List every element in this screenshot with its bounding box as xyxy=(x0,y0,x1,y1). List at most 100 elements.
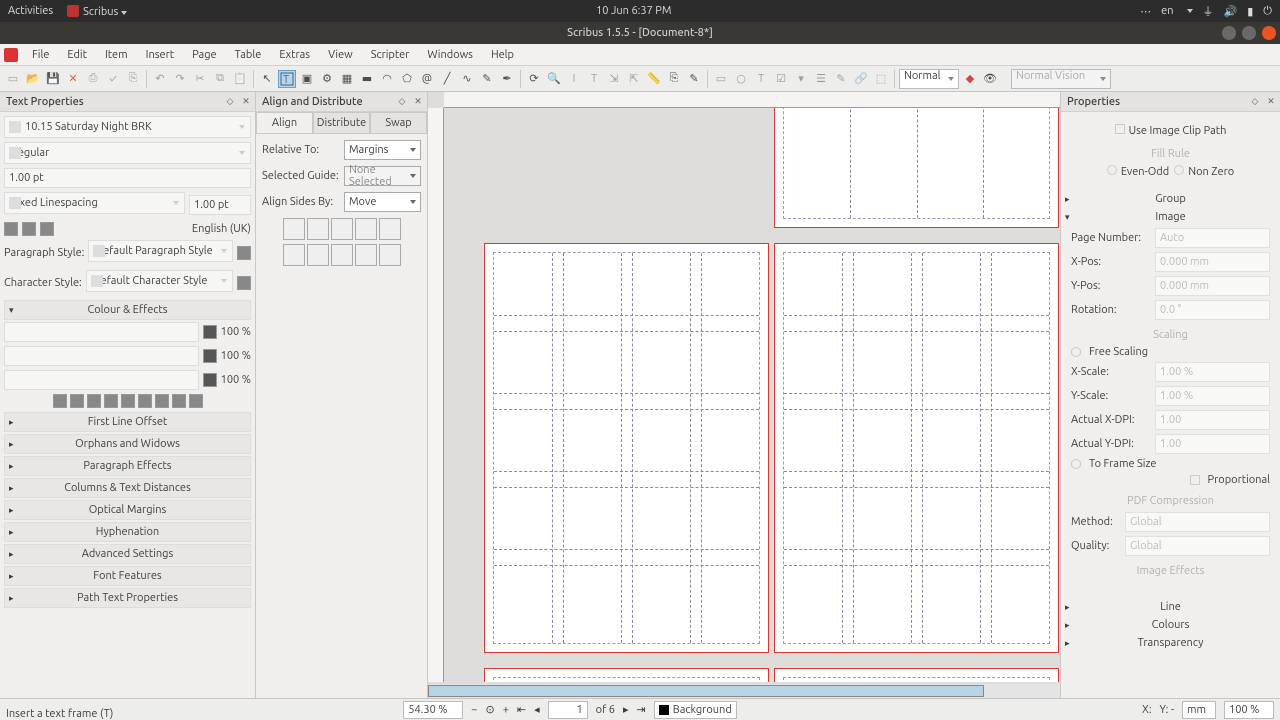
pdf-text[interactable]: T xyxy=(752,70,770,88)
align-hjust-btn[interactable] xyxy=(355,218,377,240)
tab-distribute[interactable]: Distribute xyxy=(313,112,370,133)
tool-line[interactable]: ╱ xyxy=(438,70,456,88)
align-vcenter-btn[interactable] xyxy=(307,244,329,266)
align-left-btn[interactable] xyxy=(283,218,305,240)
tool-save[interactable]: 💾 xyxy=(44,70,62,88)
menu-item[interactable]: Item xyxy=(97,46,136,64)
section-advanced[interactable]: ▸Advanced Settings xyxy=(4,544,251,564)
tool-editcontents[interactable]: I xyxy=(565,70,583,88)
section-transparency[interactable]: ▸Transparency xyxy=(1065,634,1276,652)
align-hcenter-btn[interactable] xyxy=(307,218,329,240)
section-optical[interactable]: ▸Optical Margins xyxy=(4,500,251,520)
tool-zoom[interactable]: 🔍 xyxy=(545,70,563,88)
first-page-icon[interactable]: ⇤ xyxy=(517,703,526,716)
section-colour-effects[interactable]: ▾Colour & Effects xyxy=(4,300,251,320)
align-hx-btn[interactable] xyxy=(379,218,401,240)
section-line[interactable]: ▸Line xyxy=(1065,598,1276,616)
zoom-field[interactable]: 54.30 % xyxy=(403,701,463,719)
minimize-button[interactable] xyxy=(1222,26,1236,40)
pdf-3d[interactable]: ⬚ xyxy=(872,70,890,88)
pdf-check[interactable]: ☑ xyxy=(772,70,790,88)
canvas-area[interactable] xyxy=(428,92,1060,698)
section-columns[interactable]: ▸Columns & Text Distances xyxy=(4,478,251,498)
panel-close-icon[interactable]: ✕ xyxy=(239,95,253,109)
toggle-cms[interactable]: ◆ xyxy=(961,70,979,88)
display-mode-select[interactable]: Normal xyxy=(899,69,959,89)
menu-scripter[interactable]: Scripter xyxy=(363,46,418,64)
tool-polygon[interactable]: ⬠ xyxy=(398,70,416,88)
tool-freehand[interactable]: ✎ xyxy=(478,70,496,88)
pdf-radio[interactable]: ○ xyxy=(732,70,750,88)
zoom-reset-icon[interactable]: ⊙ xyxy=(485,703,494,716)
align-sides-select[interactable]: Move xyxy=(344,192,421,212)
page-spread-3-right[interactable] xyxy=(774,668,1059,682)
pdf-link[interactable]: 🔗 xyxy=(852,70,870,88)
tool-select[interactable]: ↖ xyxy=(258,70,276,88)
menu-page[interactable]: Page xyxy=(184,46,225,64)
menu-windows[interactable]: Windows xyxy=(419,46,481,64)
tool-redo[interactable]: ↷ xyxy=(171,70,189,88)
relative-to-select[interactable]: Margins xyxy=(344,140,421,160)
tool-calligraphy[interactable]: ✒ xyxy=(498,70,516,88)
tool-pdf[interactable]: ⎘ xyxy=(124,70,142,88)
menu-file[interactable]: File xyxy=(24,46,57,64)
align-top-btn[interactable] xyxy=(283,244,305,266)
panel-close-icon[interactable]: ✕ xyxy=(411,95,425,109)
page-field[interactable]: 1 xyxy=(548,701,588,719)
tab-swap[interactable]: Swap xyxy=(370,112,427,133)
tool-open[interactable]: 📂 xyxy=(24,70,42,88)
zoom2-field[interactable]: 100 % xyxy=(1224,701,1274,719)
tool-undo[interactable]: ↶ xyxy=(151,70,169,88)
activities-button[interactable]: Activities xyxy=(8,5,53,17)
unit-select[interactable]: mm xyxy=(1182,701,1216,719)
section-first-line[interactable]: ▸First Line Offset xyxy=(4,412,251,432)
tool-measure[interactable]: 📏 xyxy=(645,70,663,88)
section-orphans[interactable]: ▸Orphans and Widows xyxy=(4,434,251,454)
tool-storyeditor[interactable]: T xyxy=(585,70,603,88)
prev-page-icon[interactable]: ◂ xyxy=(534,703,540,716)
menu-view[interactable]: View xyxy=(320,46,361,64)
tool-paste[interactable]: 📋 xyxy=(231,70,249,88)
tool-eyedropper[interactable]: ✎ xyxy=(685,70,703,88)
system-tray[interactable]: ⋯ en ⏚ 🔊 ▮ ⏻ xyxy=(1140,3,1272,19)
layer-select[interactable]: Background xyxy=(654,701,737,719)
horizontal-scrollbar[interactable] xyxy=(428,684,1060,698)
tool-cut[interactable]: ✂ xyxy=(191,70,209,88)
last-page-icon[interactable]: ⇥ xyxy=(637,703,646,716)
tool-spiral[interactable]: @ xyxy=(418,70,436,88)
section-image[interactable]: ▾Image xyxy=(1065,208,1276,226)
pdf-annot[interactable]: ✎ xyxy=(832,70,850,88)
tab-align[interactable]: Align xyxy=(256,112,313,133)
tool-print[interactable]: ⎙ xyxy=(84,70,102,88)
menu-edit[interactable]: Edit xyxy=(59,46,95,64)
panel-close-icon[interactable]: ✕ xyxy=(1264,95,1278,109)
align-vx-btn[interactable] xyxy=(379,244,401,266)
zoom-in-icon[interactable]: + xyxy=(503,704,509,716)
tool-unlink[interactable]: ⇱ xyxy=(625,70,643,88)
zoom-out-icon[interactable]: − xyxy=(471,704,477,716)
next-page-icon[interactable]: ▸ xyxy=(623,703,629,716)
close-button[interactable] xyxy=(1262,26,1276,40)
panel-float-icon[interactable]: ◇ xyxy=(395,95,409,109)
pdf-combo[interactable]: ▾ xyxy=(792,70,810,88)
section-group[interactable]: ▸Group xyxy=(1065,190,1276,208)
section-path-text[interactable]: ▸Path Text Properties xyxy=(4,588,251,608)
menu-insert[interactable]: Insert xyxy=(138,46,182,64)
tool-new[interactable]: ▭ xyxy=(4,70,22,88)
align-right-btn[interactable] xyxy=(331,218,353,240)
app-menu[interactable]: Scribus xyxy=(67,5,127,18)
tool-shape[interactable]: ▬ xyxy=(358,70,376,88)
tool-table[interactable]: ▦ xyxy=(338,70,356,88)
preview-mode[interactable]: 👁 xyxy=(981,70,999,88)
tool-imageframe[interactable]: ▣ xyxy=(298,70,316,88)
panel-float-icon[interactable]: ◇ xyxy=(223,95,237,109)
page-spread-1[interactable] xyxy=(774,108,1059,228)
section-hyphenation[interactable]: ▸Hyphenation xyxy=(4,522,251,542)
page-spread-2-right[interactable] xyxy=(774,243,1059,653)
page-spread-2-left[interactable] xyxy=(484,243,769,653)
tool-textframe[interactable]: T xyxy=(278,70,296,88)
tool-copy[interactable]: ⧉ xyxy=(211,70,229,88)
tool-render[interactable]: ⚙ xyxy=(318,70,336,88)
tool-arc[interactable]: ◠ xyxy=(378,70,396,88)
tool-close[interactable]: ✕ xyxy=(64,70,82,88)
